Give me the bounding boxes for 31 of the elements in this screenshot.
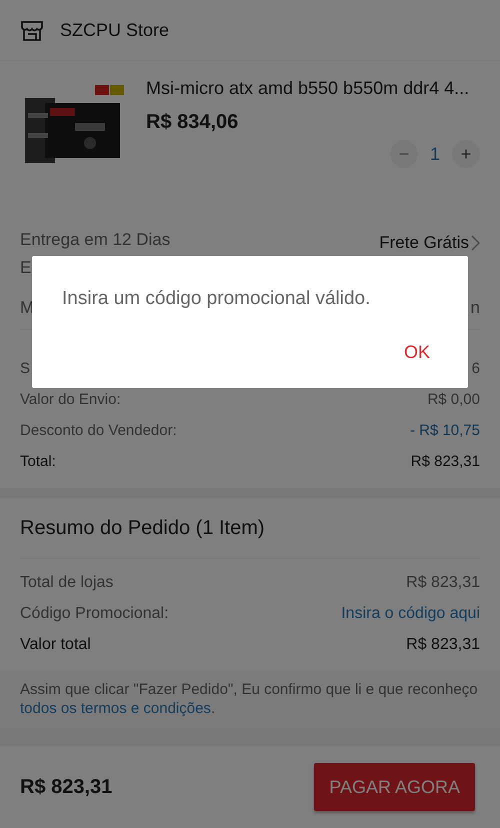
product-title: Msi-micro atx amd b550 b550m ddr4 4... (146, 78, 470, 99)
shipping-method[interactable]: Frete Grátis (379, 233, 480, 253)
summary-amount: R$ 823,31 (406, 636, 480, 654)
row-value: n (470, 298, 480, 318)
amount: - R$ 10,75 (410, 422, 480, 439)
summary-label: Total de lojas (20, 574, 114, 592)
store-icon (20, 18, 44, 42)
terms-link[interactable]: todos os termos e condições (20, 700, 211, 717)
amount: R$ 0,00 (427, 391, 480, 408)
cost-label: S (20, 360, 30, 377)
summary-title: Resumo do Pedido (1 Item) (20, 516, 265, 540)
cost-label: Valor do Envio: (20, 391, 121, 408)
increase-button[interactable]: + (452, 140, 480, 168)
product-price: R$ 834,06 (146, 111, 240, 134)
summary-label: Valor total (20, 636, 91, 654)
dialog-message: Insira um código promocional válido. (62, 288, 372, 310)
delivery-estimate: E (20, 258, 32, 278)
chevron-right-icon (471, 235, 480, 251)
quantity: 1 (430, 144, 440, 164)
cost-label: Desconto do Vendedor: (20, 422, 177, 439)
summary-label: Código Promocional: (20, 604, 169, 622)
pay-now-button[interactable]: PAGAR AGORA (314, 763, 475, 811)
amount: 6 (472, 360, 480, 377)
delivery-time: Entrega em 12 Dias (20, 230, 170, 250)
footer-total: R$ 823,31 (20, 776, 112, 798)
promo-code-link[interactable]: Insira o código aqui (341, 604, 480, 622)
ok-button[interactable]: OK (396, 338, 438, 367)
store-name: SZCPU Store (60, 20, 170, 40)
amount: R$ 823,31 (410, 453, 480, 470)
cost-label: Total: (20, 453, 56, 470)
summary-amount: R$ 823,31 (406, 574, 480, 592)
